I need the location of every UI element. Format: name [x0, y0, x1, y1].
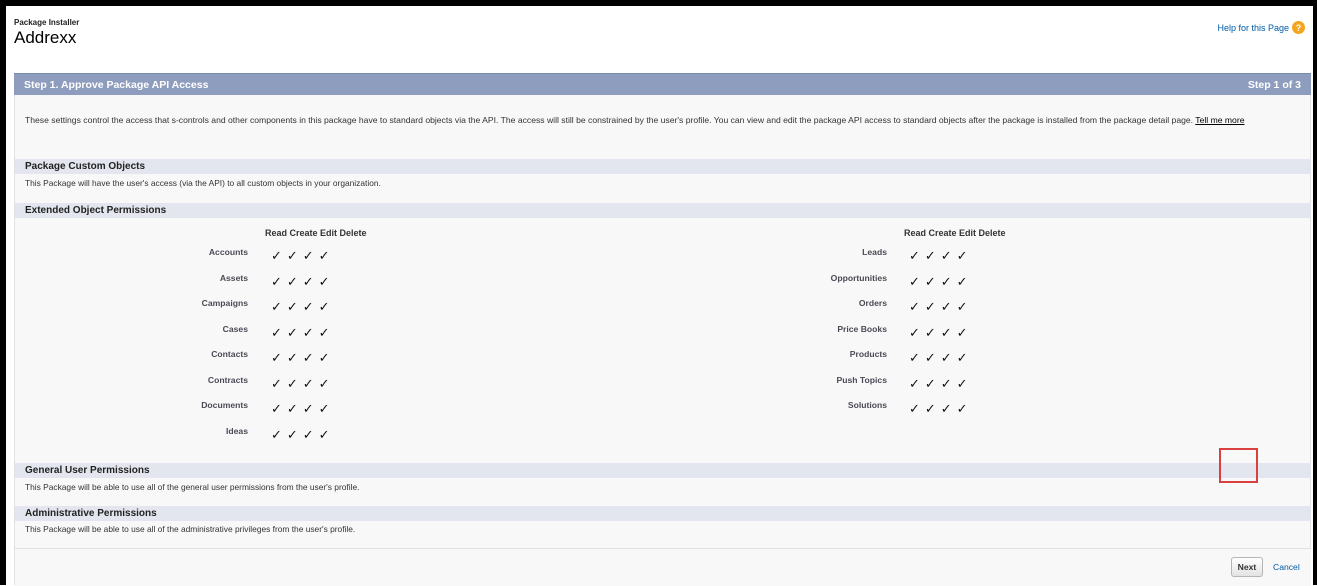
admin-permissions-text: This Package will be able to use all of … [25, 524, 356, 534]
step-label: Step 1. Approve Package API Access [24, 78, 209, 91]
permission-label: Orders [858, 298, 887, 308]
breadcrumb: Package Installer [14, 18, 80, 27]
next-button-highlight [1219, 448, 1258, 483]
section-header-custom-objects: Package Custom Objects [15, 159, 1311, 174]
permission-label: Campaigns [201, 298, 248, 308]
permission-checkmarks: ✓✓✓✓ [909, 350, 973, 365]
permission-checkmarks: ✓✓✓✓ [271, 248, 335, 263]
intro-description: These settings control the access that s… [25, 115, 1194, 125]
permission-label: Documents [201, 400, 248, 410]
permission-checkmarks: ✓✓✓✓ [909, 273, 973, 289]
permission-checkmarks: ✓✓✓✓ [271, 401, 335, 416]
help-icon[interactable]: ? [1292, 21, 1305, 34]
permission-label: Accounts [208, 247, 248, 257]
permission-checkmarks: ✓✓✓✓ [909, 299, 973, 314]
permission-label: Assets [219, 272, 248, 283]
step-counter: Step 1 of 3 [1247, 78, 1301, 91]
section-header-admin-permissions: Administrative Permissions [15, 506, 1311, 521]
next-button[interactable]: Next [1231, 557, 1263, 577]
permission-checkmarks: ✓✓✓✓ [909, 324, 973, 340]
section-header-extended-permissions: Extended Object Permissions [15, 203, 1311, 218]
page-title: Addrexx [14, 28, 77, 47]
permission-checkmarks: ✓✓✓✓ [271, 324, 335, 340]
permission-columns-header-right: Read Create Edit Delete [904, 228, 1006, 238]
permission-label: Push Topics [836, 374, 887, 385]
main-content: These settings control the access that s… [14, 95, 1311, 586]
permission-label: Contracts [207, 374, 248, 385]
permission-label: Opportunities [830, 272, 887, 283]
permission-checkmarks: ✓✓✓✓ [909, 248, 973, 263]
permission-checkmarks: ✓✓✓✓ [271, 426, 335, 442]
permission-label: Price Books [837, 323, 887, 334]
permission-checkmarks: ✓✓✓✓ [271, 350, 335, 365]
help-link[interactable]: Help for this Page ? [1217, 21, 1305, 34]
page-header: Package Installer Addrexx [14, 18, 79, 48]
permission-label: Contacts [211, 349, 248, 359]
permission-label: Leads [862, 247, 887, 257]
permission-columns-header-left: Read Create Edit Delete [265, 228, 367, 238]
tell-me-more-link[interactable]: Tell me more [1195, 115, 1244, 125]
general-permissions-text: This Package will be able to use all of … [25, 482, 360, 492]
cancel-link[interactable]: Cancel [1273, 562, 1300, 572]
footer-bar: Next Cancel [15, 548, 1311, 586]
section-header-general-permissions: General User Permissions [15, 463, 1311, 478]
permission-checkmarks: ✓✓✓✓ [909, 375, 973, 391]
help-link-label[interactable]: Help for this Page [1217, 23, 1289, 33]
permission-checkmarks: ✓✓✓✓ [271, 299, 335, 314]
intro-text: These settings control the access that s… [25, 115, 1295, 125]
custom-objects-text: This Package will have the user's access… [25, 178, 381, 188]
permission-label: Solutions [847, 400, 887, 410]
permission-label: Cases [222, 323, 248, 334]
permission-checkmarks: ✓✓✓✓ [271, 273, 335, 289]
permission-checkmarks: ✓✓✓✓ [271, 375, 335, 391]
permission-checkmarks: ✓✓✓✓ [909, 401, 973, 416]
step-bar: Step 1. Approve Package API Access Step … [14, 73, 1311, 95]
permission-label: Ideas [226, 425, 248, 436]
permission-label: Products [849, 349, 887, 359]
